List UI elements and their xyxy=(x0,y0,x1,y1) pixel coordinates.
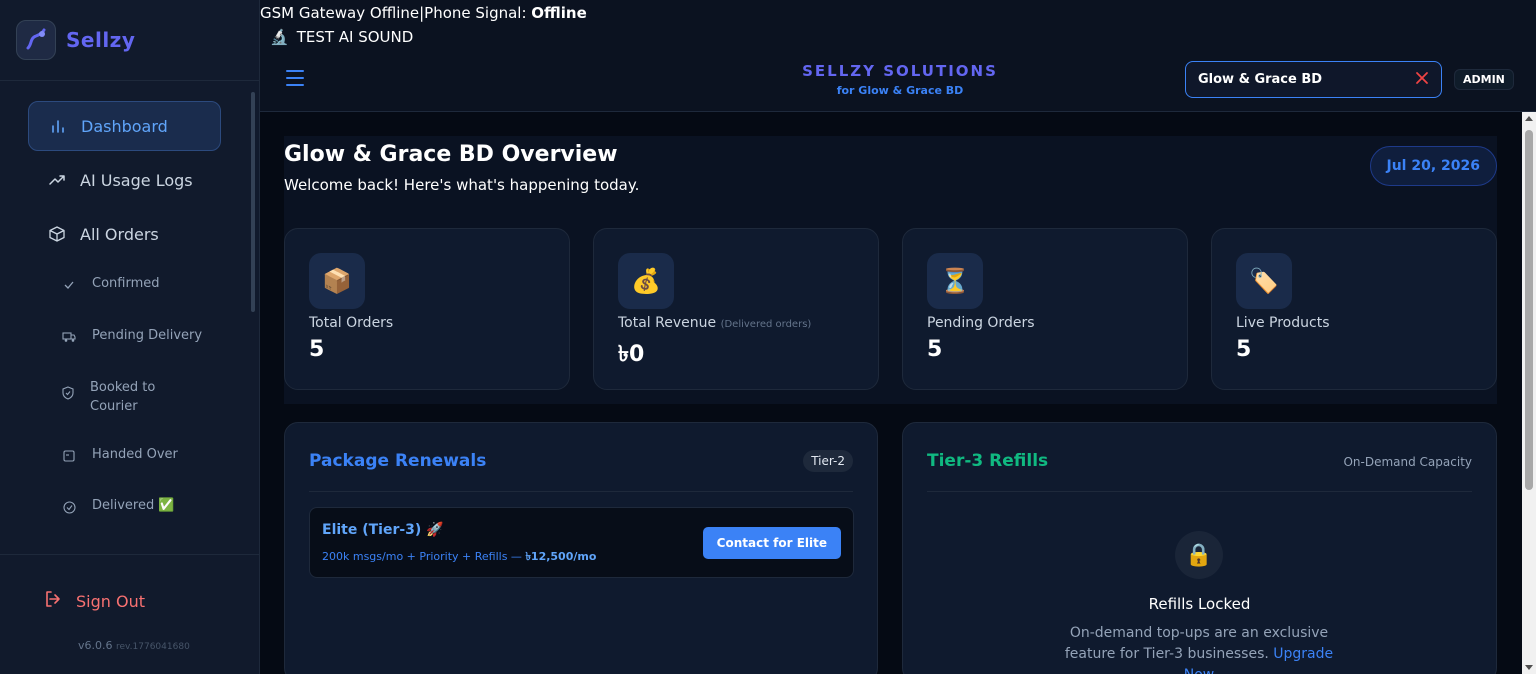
contact-for-elite-button[interactable]: Contact for Elite xyxy=(702,527,841,559)
locked-description: On-demand top-ups are an exclusive featu… xyxy=(1053,623,1345,674)
plan-name: Elite (Tier-3) 🚀 xyxy=(322,522,444,538)
microscope-icon: 🔬 xyxy=(270,28,289,46)
phone-signal-value: Offline xyxy=(531,4,587,22)
stat-label: Pending Orders xyxy=(927,315,1035,331)
brand-subtitle: for Glow & Grace BD xyxy=(836,84,964,97)
stat-label: Live Products xyxy=(1236,315,1330,331)
lock-icon: 🔒 xyxy=(1175,531,1223,579)
panel-title: Tier-3 Refills xyxy=(927,451,1049,471)
logo-text: Sellzy xyxy=(66,28,136,52)
logo[interactable]: Sellzy xyxy=(16,20,135,60)
sidebar-footer-divider xyxy=(0,554,260,555)
stat-value: ৳0 xyxy=(618,342,645,367)
sidebar-item-label: AI Usage Logs xyxy=(80,170,193,190)
main-scrollbar[interactable] xyxy=(1522,112,1536,674)
page-title: Glow & Grace BD Overview xyxy=(284,142,618,167)
stat-card-live-products: 🏷️ Live Products 5 xyxy=(1211,228,1497,390)
sidebar-subitem-label: Handed Over xyxy=(92,447,178,462)
brand: SELLZY SOLUTIONS for Glow & Grace BD xyxy=(760,62,1040,97)
sidebar-subitem-booked-to-courier[interactable]: Booked to Courier xyxy=(62,378,172,416)
trend-icon xyxy=(48,171,66,189)
sidebar-subitem-label: Pending Delivery xyxy=(92,328,203,343)
sidebar-subitem-label: Confirmed xyxy=(92,276,160,291)
truck-icon xyxy=(62,330,76,344)
brand-title: SELLZY SOLUTIONS xyxy=(802,62,998,80)
sidebar: Sellzy Dashboard AI Usage Logs All Order… xyxy=(0,0,260,674)
scroll-down-icon[interactable] xyxy=(1525,665,1533,670)
sidebar-item-ai-usage-logs[interactable]: AI Usage Logs xyxy=(28,155,228,205)
sidebar-item-label: All Orders xyxy=(80,224,159,244)
gateway-status: GSM Gateway Offline|Phone Signal: Offlin… xyxy=(260,4,587,22)
sidebar-subitem-label: Delivered ✅ xyxy=(92,498,175,513)
gateway-status-text: GSM Gateway Offline|Phone Signal: xyxy=(260,4,532,22)
check-circle-icon xyxy=(62,500,76,514)
scrollbar-thumb[interactable] xyxy=(1525,130,1533,490)
bar-chart-icon xyxy=(49,117,67,135)
top-header: SELLZY SOLUTIONS for Glow & Grace BD Glo… xyxy=(260,50,1536,112)
test-ai-sound-link[interactable]: 🔬 TEST AI SOUND xyxy=(270,28,413,46)
test-ai-sound-label: TEST AI SOUND xyxy=(296,28,414,46)
sign-out-label: Sign Out xyxy=(76,591,145,611)
sidebar-subitem-label: Booked to Courier xyxy=(90,380,156,414)
version-label: v6.0.6 rev.1776041680 xyxy=(78,639,190,652)
stat-value: 5 xyxy=(927,337,943,362)
tier-badge: Tier-2 xyxy=(803,450,853,472)
panel-title: Package Renewals xyxy=(309,451,487,471)
menu-toggle-icon[interactable] xyxy=(286,70,304,86)
stat-value: 5 xyxy=(309,337,325,362)
tenant-name: Glow & Grace BD xyxy=(1198,72,1323,87)
hourglass-icon: ⏳ xyxy=(927,253,983,309)
sign-out-button[interactable]: Sign Out xyxy=(44,590,145,612)
plan-description: 200k msgs/mo + Priority + Refills — ৳12,… xyxy=(322,550,597,563)
sidebar-item-all-orders[interactable]: All Orders xyxy=(28,209,228,259)
version-number: v6.0.6 xyxy=(78,639,113,652)
logo-icon xyxy=(16,20,56,60)
sidebar-subitem-confirmed[interactable]: Confirmed xyxy=(62,276,160,292)
sign-out-icon xyxy=(44,590,62,612)
stat-value: 5 xyxy=(1236,337,1252,362)
tier3-refills-panel: Tier-3 Refills On-Demand Capacity 🔒 Refi… xyxy=(902,422,1497,674)
sidebar-item-dashboard[interactable]: Dashboard xyxy=(28,101,221,151)
stat-label: Total Orders xyxy=(309,315,394,331)
capacity-label: On-Demand Capacity xyxy=(1343,455,1472,469)
elite-plan-card: Elite (Tier-3) 🚀 200k msgs/mo + Priority… xyxy=(309,507,854,578)
date-badge: Jul 20, 2026 xyxy=(1369,146,1497,186)
tenant-selector[interactable]: Glow & Grace BD xyxy=(1185,61,1442,98)
package-renewals-panel: Package Renewals Tier-2 Elite (Tier-3) 🚀… xyxy=(284,422,878,674)
stat-label: Total Revenue (Delivered orders) xyxy=(618,315,812,331)
locked-title: Refills Locked xyxy=(1148,595,1251,613)
tag-icon: 🏷️ xyxy=(1236,253,1292,309)
sidebar-item-label: Dashboard xyxy=(81,116,168,136)
sidebar-scrollbar[interactable] xyxy=(251,92,255,312)
sidebar-subitem-delivered[interactable]: Delivered ✅ xyxy=(62,498,175,514)
check-icon xyxy=(62,278,76,292)
scroll-up-icon[interactable] xyxy=(1525,116,1533,121)
panel-divider xyxy=(309,491,853,492)
panel-divider xyxy=(927,491,1472,492)
money-bag-icon: 💰 xyxy=(618,253,674,309)
package-icon: 📦 xyxy=(309,253,365,309)
box-icon xyxy=(48,225,66,243)
sidebar-subitem-pending-delivery[interactable]: Pending Delivery xyxy=(62,328,202,344)
shield-icon xyxy=(62,386,74,400)
sidebar-divider xyxy=(0,80,260,81)
overview-header: Glow & Grace BD Overview Welcome back! H… xyxy=(284,136,1497,218)
role-badge: ADMIN xyxy=(1454,69,1514,90)
handover-icon xyxy=(62,449,76,463)
stats-row: 📦 Total Orders 5 💰 Total Revenue (Delive… xyxy=(284,218,1497,404)
stat-card-pending-orders: ⏳ Pending Orders 5 xyxy=(902,228,1188,390)
clear-tenant-icon[interactable] xyxy=(1415,71,1429,89)
stat-card-total-revenue: 💰 Total Revenue (Delivered orders) ৳0 xyxy=(593,228,879,390)
sidebar-nav: Dashboard AI Usage Logs All Orders xyxy=(28,101,228,259)
sidebar-subitem-handed-over[interactable]: Handed Over xyxy=(62,447,178,463)
page-subtitle: Welcome back! Here's what's happening to… xyxy=(284,176,640,194)
revision-number: rev.1776041680 xyxy=(116,642,190,652)
stat-card-total-orders: 📦 Total Orders 5 xyxy=(284,228,570,390)
